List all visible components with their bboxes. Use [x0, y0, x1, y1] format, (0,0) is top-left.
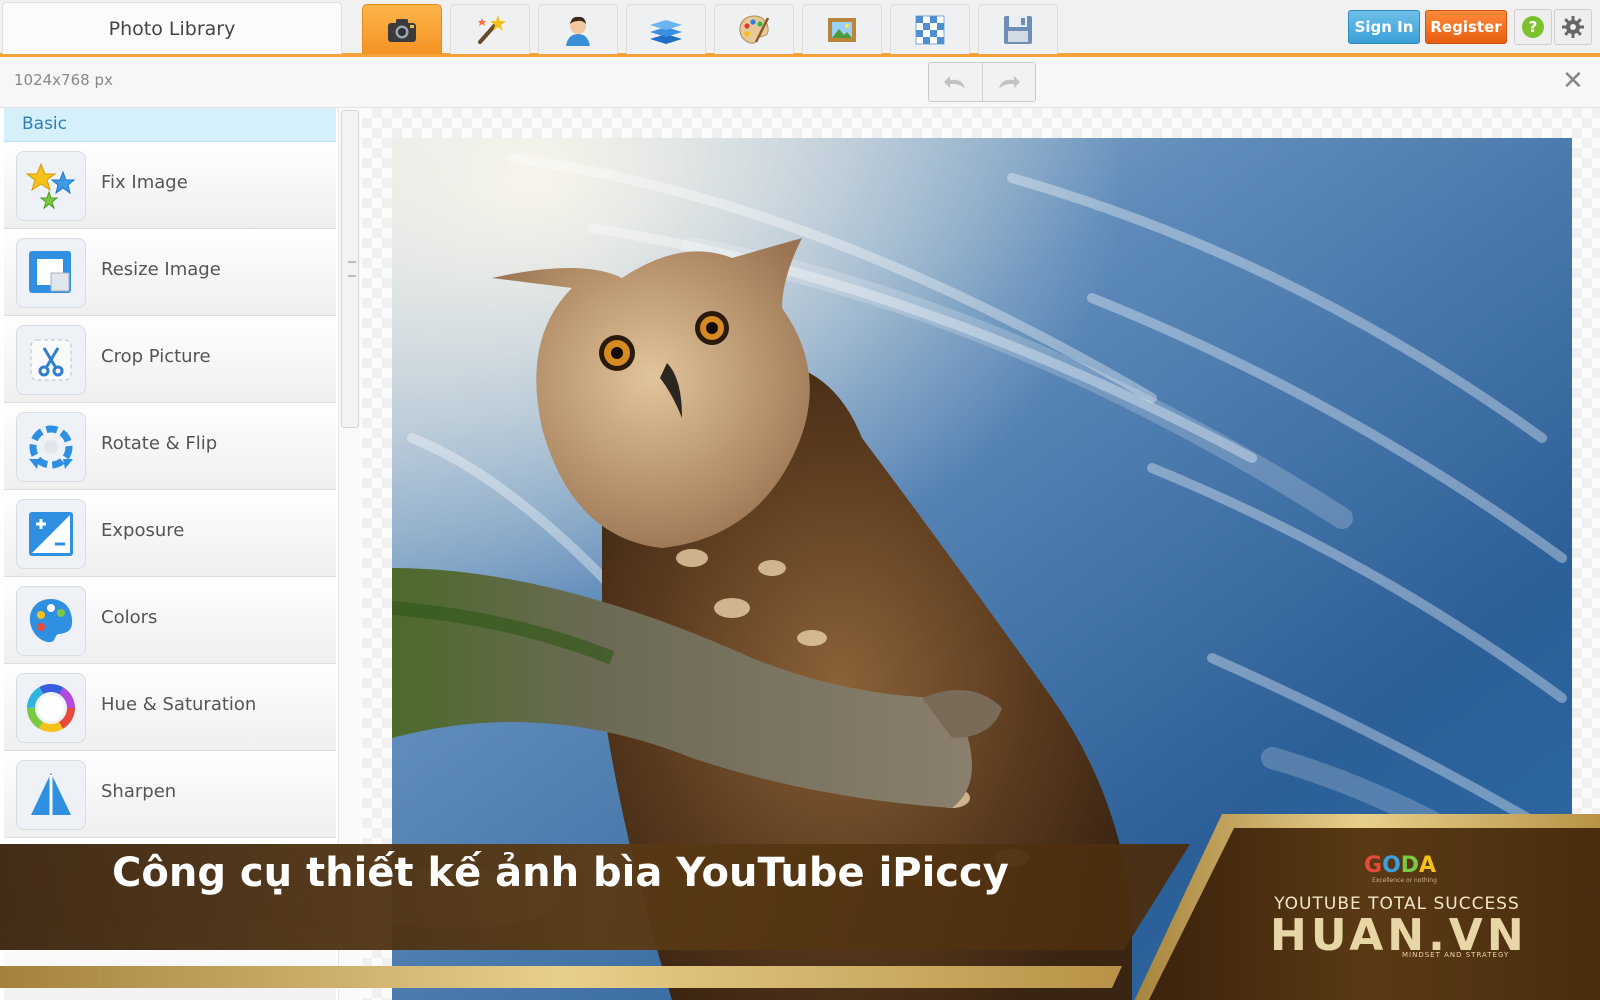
- canvas-info-bar: 1024x768 px: [0, 57, 1600, 108]
- gear-icon: [1562, 16, 1584, 38]
- magic-wand-icon: [478, 14, 506, 44]
- tab-paint[interactable]: [714, 4, 794, 54]
- question-icon: ?: [1522, 16, 1544, 38]
- settings-button[interactable]: [1554, 9, 1592, 45]
- tab-effects[interactable]: [450, 4, 530, 54]
- undo-redo-group: [928, 62, 1036, 102]
- tab-touchup[interactable]: [538, 4, 618, 54]
- frame-icon: [828, 17, 856, 42]
- tool-hue-saturation[interactable]: Hue & Saturation: [4, 664, 336, 751]
- tab-layers[interactable]: [626, 4, 706, 54]
- banner-title: Công cụ thiết kế ảnh bìa YouTube iPiccy: [112, 850, 1009, 896]
- tool-crop-picture[interactable]: Crop Picture: [4, 316, 336, 403]
- top-toolbar: Photo Library Sign In Register ?: [0, 0, 1600, 57]
- stars-icon: [16, 151, 86, 221]
- rotate-icon: [16, 412, 86, 482]
- tool-sharpen-label: Sharpen: [101, 781, 177, 802]
- redo-icon: [998, 76, 1020, 89]
- camera-icon: [388, 18, 416, 42]
- svg-text:?: ?: [1529, 18, 1538, 36]
- help-button[interactable]: ?: [1514, 9, 1552, 45]
- exposure-icon: [16, 499, 86, 569]
- resize-icon: [16, 238, 86, 308]
- layers-icon: [650, 19, 682, 44]
- section-header-basic[interactable]: Basic: [4, 108, 336, 142]
- tab-photo-library-label: Photo Library: [108, 17, 236, 40]
- tool-rotate-flip[interactable]: Rotate & Flip: [4, 403, 336, 490]
- logo-tagline: MINDSET AND STRATEGY: [1402, 951, 1510, 959]
- image-dimensions: 1024x768 px: [14, 71, 113, 89]
- sign-in-button[interactable]: Sign In: [1348, 10, 1420, 44]
- tool-fix-image-label: Fix Image: [101, 172, 188, 193]
- tool-exposure-label: Exposure: [101, 520, 185, 541]
- register-button[interactable]: Register: [1425, 10, 1507, 44]
- person-icon: [566, 16, 590, 46]
- scrollbar-thumb[interactable]: [341, 110, 359, 428]
- palette-icon: [16, 586, 86, 656]
- tab-photo-library[interactable]: Photo Library: [2, 2, 342, 54]
- save-disk-icon: [1004, 15, 1032, 44]
- tool-rotate-flip-label: Rotate & Flip: [101, 433, 218, 454]
- scissors-icon: [16, 325, 86, 395]
- tab-camera[interactable]: [362, 4, 442, 54]
- tool-fix-image[interactable]: Fix Image: [4, 142, 336, 229]
- goda-logo: GODA: [1364, 853, 1437, 878]
- tool-hue-saturation-label: Hue & Saturation: [101, 694, 257, 715]
- tool-resize-image-label: Resize Image: [101, 259, 221, 280]
- checkerboard-icon: [915, 15, 945, 44]
- palette-icon: [739, 14, 770, 44]
- tab-textures[interactable]: [890, 4, 970, 54]
- undo-button[interactable]: [929, 63, 982, 101]
- tab-save[interactable]: [978, 4, 1058, 54]
- close-button[interactable]: ✕: [1562, 68, 1584, 94]
- undo-icon: [944, 76, 966, 89]
- tool-resize-image[interactable]: Resize Image: [4, 229, 336, 316]
- scrollbar-grip: [348, 261, 356, 277]
- tool-colors-label: Colors: [101, 607, 158, 628]
- tool-crop-picture-label: Crop Picture: [101, 346, 211, 367]
- color-wheel-icon: [16, 673, 86, 743]
- tool-colors[interactable]: Colors: [4, 577, 336, 664]
- redo-button[interactable]: [981, 63, 1036, 101]
- goda-slogan: Excellence or nothing: [1372, 877, 1437, 884]
- tool-exposure[interactable]: Exposure: [4, 490, 336, 577]
- tab-frames[interactable]: [802, 4, 882, 54]
